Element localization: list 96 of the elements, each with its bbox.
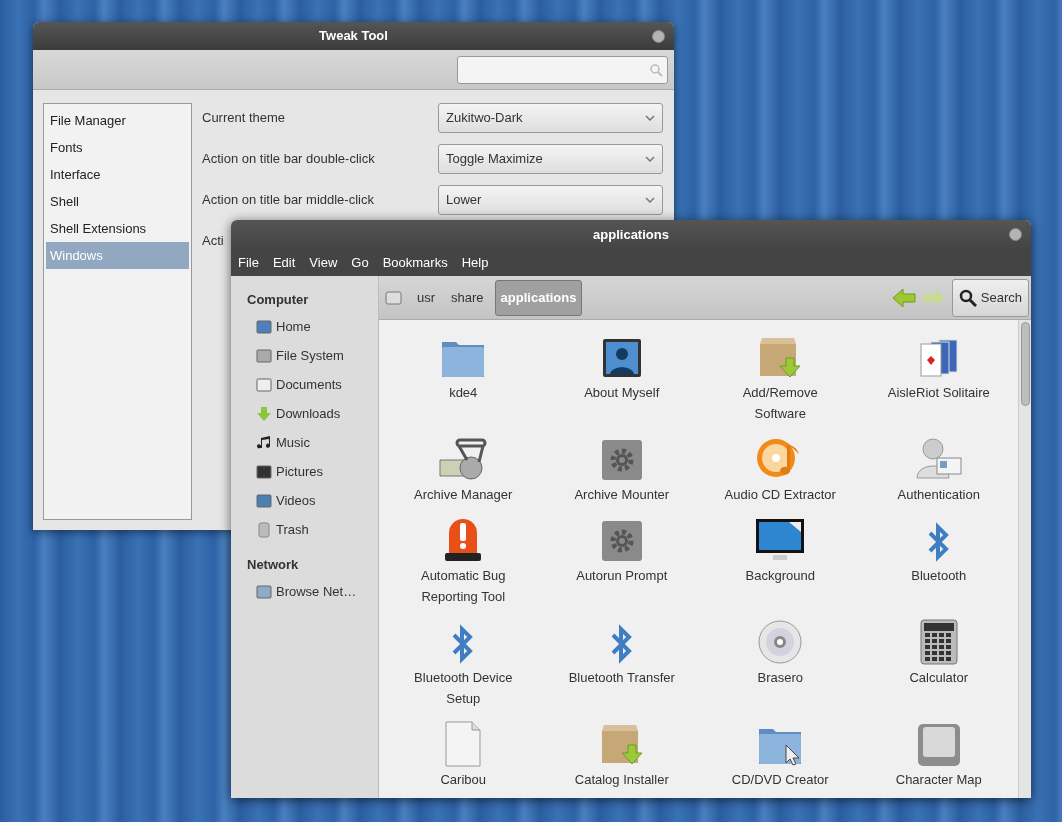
close-icon[interactable] bbox=[1009, 228, 1022, 241]
gear-icon bbox=[599, 438, 644, 482]
window-title: Tweak Tool bbox=[319, 27, 388, 46]
scrollbar[interactable] bbox=[1018, 320, 1031, 798]
app-label: Bluetooth bbox=[910, 567, 968, 585]
search-icon bbox=[649, 62, 663, 77]
picture-icon bbox=[256, 463, 272, 480]
close-icon[interactable] bbox=[652, 30, 665, 43]
app-item[interactable]: Background bbox=[701, 513, 860, 607]
scrollbar-thumb[interactable] bbox=[1020, 322, 1030, 406]
menu-item[interactable]: Go bbox=[351, 252, 369, 273]
setting-label: Action on title bar double-click bbox=[202, 150, 375, 169]
sidebar-heading: Network bbox=[246, 555, 300, 574]
app-item[interactable]: Catalog Installer bbox=[542, 717, 701, 790]
app-label: AisleRiot Solitaire bbox=[886, 384, 991, 402]
search-icon bbox=[958, 288, 977, 307]
key-icon bbox=[916, 723, 961, 767]
app-item[interactable]: CD/DVD Creator bbox=[701, 717, 860, 790]
app-item[interactable]: Add/Remove Software bbox=[701, 330, 860, 424]
sidebar-item[interactable]: File System bbox=[231, 341, 378, 370]
menu-item[interactable]: Bookmarks bbox=[382, 252, 448, 273]
app-label: Audio CD Extractor bbox=[723, 486, 837, 504]
chevron-down-icon bbox=[645, 156, 655, 162]
app-item[interactable]: Bluetooth bbox=[859, 513, 1018, 607]
app-label: Catalog Installer bbox=[573, 771, 670, 789]
app-label: Calculator bbox=[908, 669, 969, 687]
app-label: Caribou bbox=[439, 771, 487, 789]
sidebar-item[interactable]: Browse Net… bbox=[231, 577, 378, 606]
chevron-down-icon bbox=[645, 197, 655, 203]
app-item[interactable]: Audio CD Extractor bbox=[701, 432, 860, 505]
disc-icon bbox=[757, 619, 804, 665]
section-item[interactable]: Shell bbox=[46, 188, 189, 215]
app-item[interactable]: Calculator bbox=[859, 615, 1018, 709]
search-field[interactable] bbox=[457, 55, 668, 84]
sidebar-item[interactable]: Home bbox=[231, 312, 378, 341]
app-label: Archive Mounter bbox=[573, 486, 671, 504]
app-item[interactable]: Authentication bbox=[859, 432, 1018, 505]
app-item[interactable]: AisleRiot Solitaire bbox=[859, 330, 1018, 424]
music-note-icon bbox=[256, 434, 272, 451]
app-label: Add/Remove Software bbox=[741, 384, 819, 423]
app-label: Brasero bbox=[756, 669, 804, 687]
app-label: Background bbox=[744, 567, 816, 585]
sidebar-item[interactable]: Pictures bbox=[231, 457, 378, 486]
sidebar-item[interactable]: Trash bbox=[231, 515, 378, 544]
app-item[interactable]: Brasero bbox=[701, 615, 860, 709]
user-card-icon bbox=[914, 436, 963, 482]
app-item[interactable]: Bluetooth Device Setup bbox=[384, 615, 543, 709]
app-item[interactable]: Character Map bbox=[859, 717, 1018, 790]
sidebar-item[interactable]: Downloads bbox=[231, 399, 378, 428]
dropdown[interactable]: Toggle Maximize bbox=[438, 144, 663, 174]
sidebar-heading: Computer bbox=[246, 290, 310, 309]
app-label: Bluetooth Device Setup bbox=[413, 669, 514, 708]
sidebar-item[interactable]: Documents bbox=[231, 370, 378, 399]
chevron-down-icon bbox=[645, 115, 655, 121]
section-item[interactable]: Fonts bbox=[46, 134, 189, 161]
monitor-icon bbox=[755, 517, 806, 563]
menu-item[interactable]: Edit bbox=[272, 252, 296, 273]
app-item[interactable]: Caribou bbox=[384, 717, 543, 790]
app-item[interactable]: Automatic Bug Reporting Tool bbox=[384, 513, 543, 607]
app-label: About Myself bbox=[583, 384, 661, 402]
app-label: Automatic Bug Reporting Tool bbox=[419, 567, 507, 606]
menu-item[interactable]: Help bbox=[461, 252, 489, 273]
search-button[interactable]: Search bbox=[951, 278, 1029, 317]
sidebar-item[interactable]: Videos bbox=[231, 486, 378, 515]
path-button[interactable]: share bbox=[446, 279, 489, 316]
app-item[interactable]: Bluetooth Transfer bbox=[542, 615, 701, 709]
window-title: applications bbox=[593, 225, 669, 244]
app-item[interactable]: Archive Mounter bbox=[542, 432, 701, 505]
section-item[interactable]: Interface bbox=[46, 161, 189, 188]
calculator-icon bbox=[919, 619, 958, 665]
download-icon bbox=[256, 405, 272, 422]
app-item[interactable]: About Myself bbox=[542, 330, 701, 424]
setting-label: Current theme bbox=[202, 109, 286, 128]
app-label: kde4 bbox=[448, 384, 479, 402]
blank-document-icon bbox=[444, 721, 483, 767]
dropdown[interactable]: Zukitwo-Dark bbox=[438, 103, 663, 133]
sidebar-item[interactable]: Music bbox=[231, 428, 378, 457]
menu-item[interactable]: File bbox=[238, 252, 259, 273]
app-label: CD/DVD Creator bbox=[730, 771, 830, 789]
app-label: Bluetooth Transfer bbox=[567, 669, 676, 687]
setting-label: Action on title bar middle-click bbox=[202, 191, 374, 210]
section-item[interactable]: File Manager bbox=[46, 107, 189, 134]
path-button[interactable]: usr bbox=[412, 279, 441, 316]
app-item[interactable]: Archive Manager bbox=[384, 432, 543, 505]
gear-icon bbox=[599, 519, 644, 563]
app-label: Archive Manager bbox=[413, 486, 514, 504]
app-label: Autorun Prompt bbox=[575, 567, 669, 585]
app-item[interactable]: kde4 bbox=[384, 330, 543, 424]
app-label: Authentication bbox=[896, 486, 981, 504]
app-label: Character Map bbox=[894, 771, 983, 789]
back-arrow-icon[interactable] bbox=[891, 287, 916, 308]
menu-item[interactable]: View bbox=[309, 252, 338, 273]
section-item[interactable]: Shell Extensions bbox=[46, 215, 189, 242]
app-item[interactable]: Autorun Prompt bbox=[542, 513, 701, 607]
dropdown[interactable]: Lower bbox=[438, 185, 663, 215]
setting-label: Acti bbox=[202, 232, 224, 251]
